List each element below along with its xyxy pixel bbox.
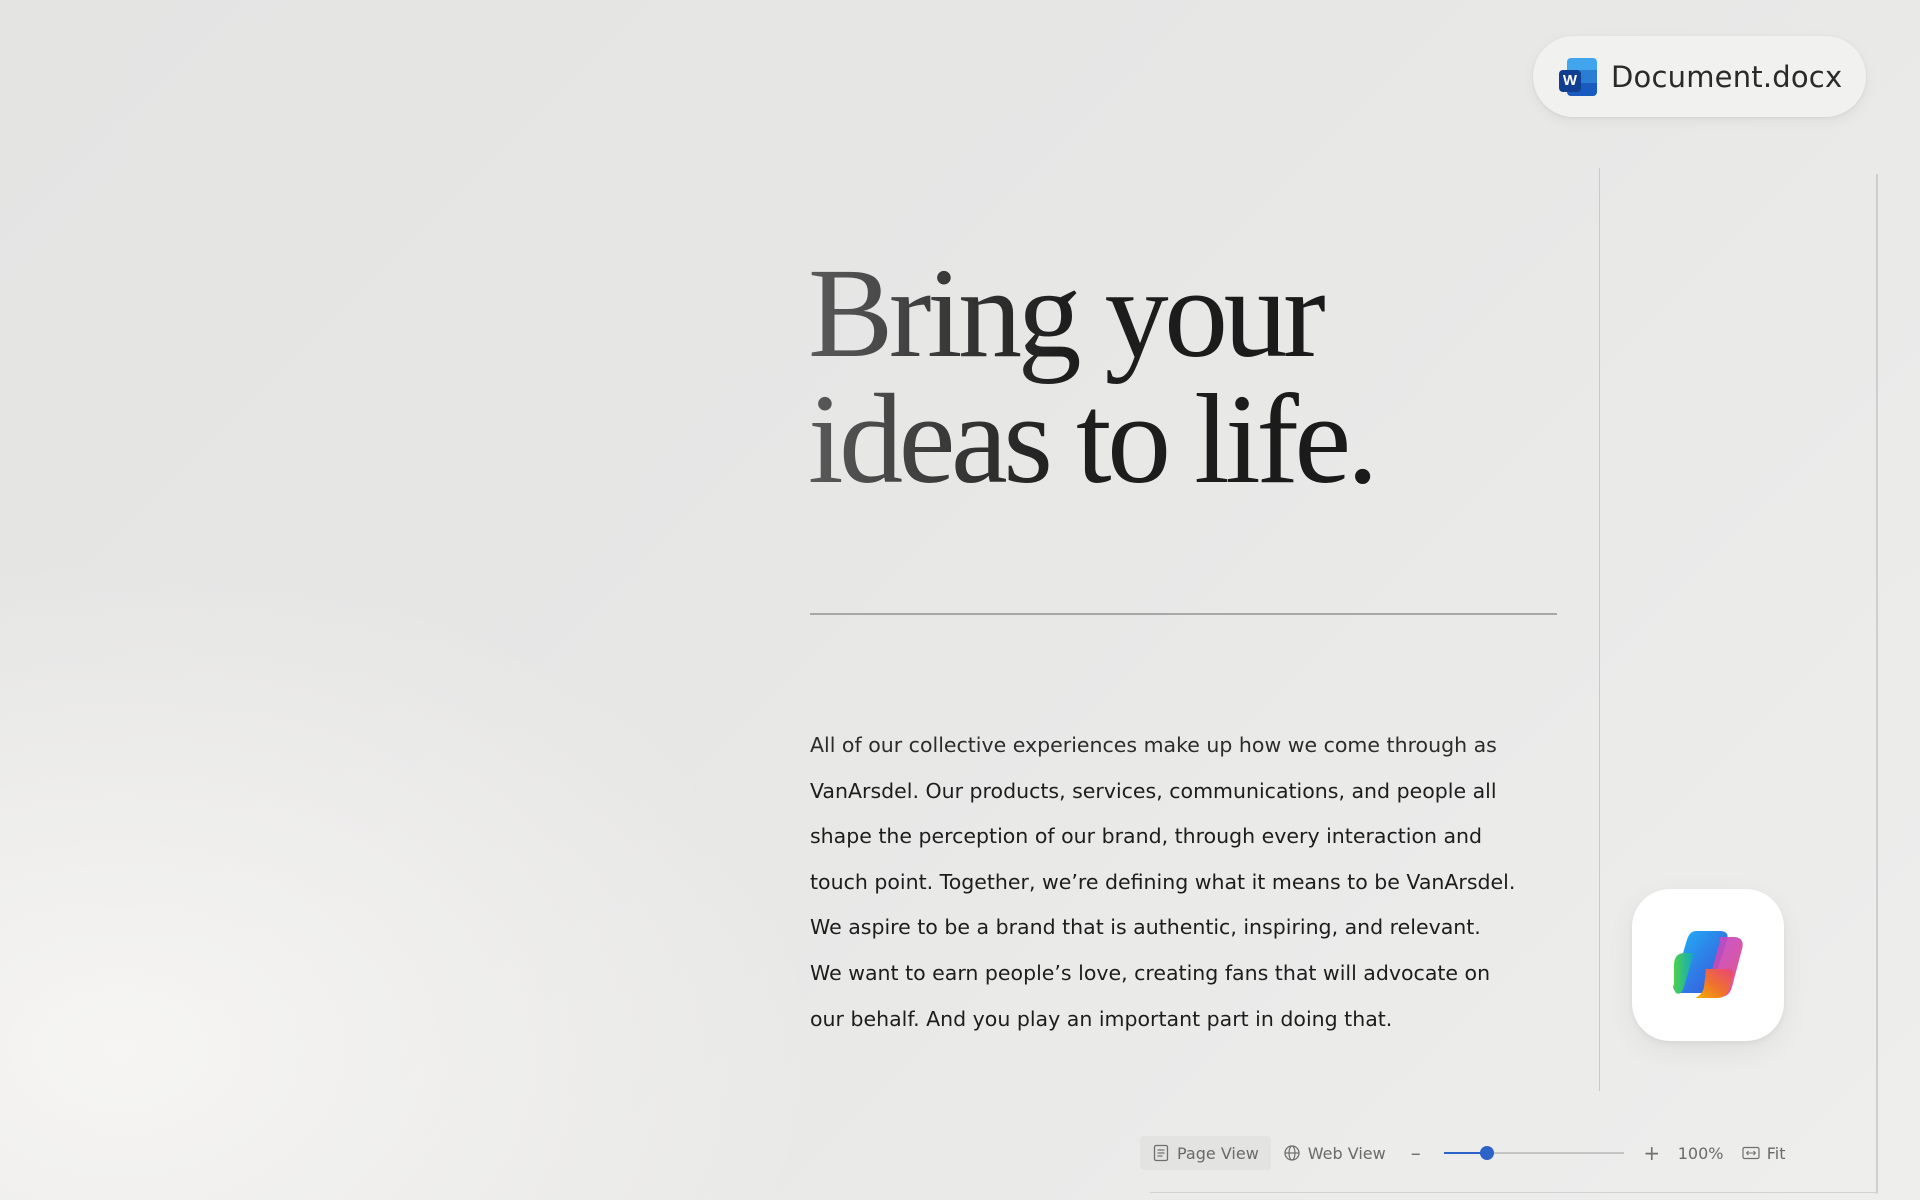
- copilot-button[interactable]: [1632, 889, 1784, 1041]
- body-line: touch point. Together, we’re defining wh…: [810, 869, 1516, 894]
- headline-line-2: ideas to life.: [808, 368, 1375, 510]
- body-line: We aspire to be a brand that is authenti…: [810, 915, 1481, 940]
- body-line: All of our collective experiences make u…: [810, 733, 1497, 757]
- document-name: Document.docx: [1611, 59, 1843, 94]
- horizontal-rule: [810, 613, 1557, 615]
- headline-line-1: Bring your: [808, 242, 1322, 384]
- page-view-button[interactable]: Page View: [1140, 1136, 1271, 1170]
- status-bar: Page View Web View – + 100% Fit: [1140, 1135, 1786, 1171]
- document-headline: Bring your ideas to life.: [808, 250, 1374, 502]
- body-line: VanArsdel. Our products, services, commu…: [810, 778, 1497, 803]
- fit-icon: [1742, 1146, 1760, 1160]
- word-icon: W: [1559, 57, 1597, 96]
- zoom-in-button[interactable]: +: [1640, 1141, 1664, 1165]
- zoom-slider[interactable]: [1443, 1143, 1624, 1163]
- body-paragraph[interactable]: All of our collective experiences make u…: [810, 723, 1600, 1042]
- zoom-slider-thumb[interactable]: [1479, 1146, 1494, 1160]
- body-line: our behalf. And you play an important pa…: [810, 1006, 1393, 1031]
- fit-button[interactable]: Fit: [1742, 1144, 1786, 1163]
- zoom-out-button[interactable]: –: [1404, 1141, 1428, 1165]
- copilot-icon: [1673, 931, 1743, 998]
- page-view-label: Page View: [1177, 1143, 1259, 1163]
- page-view-icon: [1153, 1144, 1169, 1162]
- fit-label: Fit: [1766, 1143, 1786, 1163]
- window-bottom-edge: [1150, 1192, 1877, 1193]
- body-line: We want to earn people’s love, creating …: [810, 960, 1491, 985]
- web-view-label: Web View: [1307, 1143, 1386, 1163]
- web-view-button[interactable]: Web View: [1271, 1136, 1398, 1170]
- body-line: shape the perception of our brand, throu…: [810, 824, 1483, 849]
- document-title-pill[interactable]: W Document.docx: [1533, 36, 1866, 117]
- zoom-level[interactable]: 100%: [1678, 1144, 1734, 1163]
- window-edge: [1876, 174, 1878, 1194]
- globe-icon: [1284, 1145, 1300, 1161]
